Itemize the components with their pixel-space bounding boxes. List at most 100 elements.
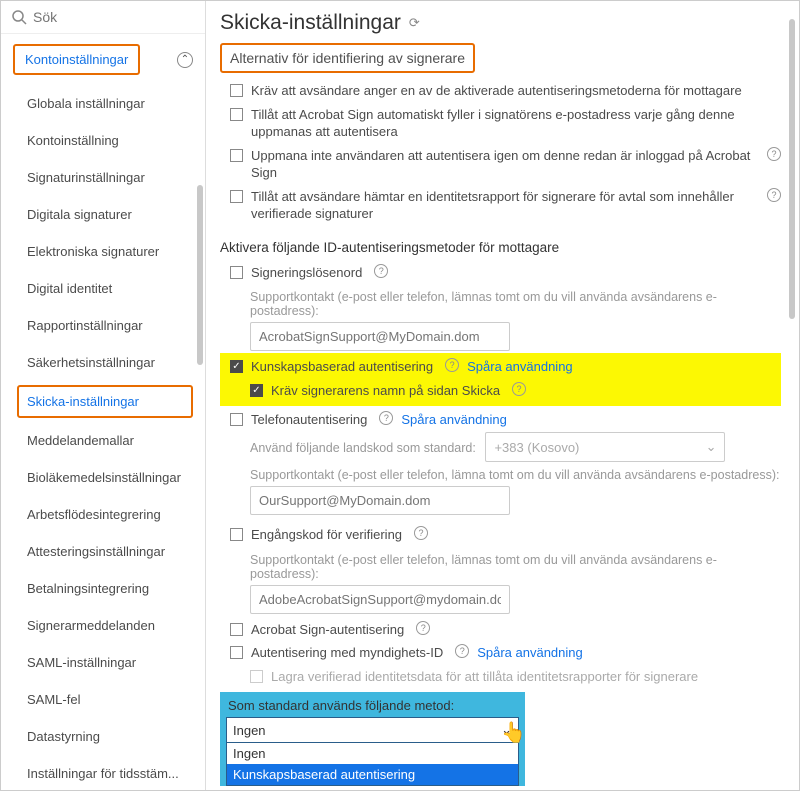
sidebar-item[interactable]: Elektroniska signaturer [1,233,201,270]
method-label: Signeringslösenord [251,264,362,282]
sidebar-item[interactable]: Betalningsintegrering [1,570,201,607]
country-code-select[interactable]: +383 (Kosovo) ⌄ [485,432,725,462]
sidebar-item[interactable]: Signaturinställningar [1,159,201,196]
option-label: Kräv signerarens namn på sidan Skicka [271,382,500,400]
sidebar-item[interactable]: Datastyrning [1,718,201,755]
checkbox[interactable] [230,190,243,203]
info-icon[interactable]: ? [767,188,781,202]
page-title: Skicka-inställningar ⟳ [220,11,781,35]
checkbox[interactable] [230,149,243,162]
option-label: Uppmana inte användaren att autentisera … [251,147,755,182]
method-signing-password: Signeringslösenord ? [220,261,781,285]
checkbox[interactable]: ✓ [250,384,263,397]
support-contact-label: Supportkontakt (e-post eller telefon, lä… [220,547,781,585]
method-phone: Telefonautentisering ? Spåra användning [220,408,781,432]
info-icon[interactable]: ? [445,358,459,372]
info-icon[interactable]: ? [374,264,388,278]
chevron-down-icon: ⌄ [706,439,717,455]
default-method-select[interactable]: Ingen ⌄ 👆 [226,717,519,743]
scrollbar[interactable] [789,19,795,319]
main-content: Skicka-inställningar ⟳ Alternativ för id… [206,1,799,790]
select-value: Ingen [233,723,266,738]
option-row: Kräv att avsändare anger en av de aktive… [220,79,781,103]
default-method-block: Som standard används följande metod: Ing… [220,692,525,786]
country-code-label: Använd följande landskod som standard: [220,435,476,459]
method-label: Acrobat Sign-autentisering [251,621,404,639]
option-row: Uppmana inte användaren att autentisera … [220,144,781,185]
default-method-label: Som standard används följande metod: [220,698,525,717]
method-government-id: Autentisering med myndighets-ID ? Spåra … [220,641,781,665]
refresh-icon[interactable]: ⟳ [409,15,420,31]
sidebar-item[interactable]: Signerarmeddelanden [1,607,201,644]
method-otp: Engångskod för verifiering ? [220,523,781,547]
option-row: Tillåt att Acrobat Sign automatiskt fyll… [220,103,781,144]
method-label: Engångskod för verifiering [251,526,402,544]
checkbox[interactable] [230,84,243,97]
track-usage-link[interactable]: Spåra användning [477,644,583,662]
sidebar-item[interactable]: Digital identitet [1,270,201,307]
support-contact-input[interactable] [250,486,510,515]
option-label: Tillåt att Acrobat Sign automatiskt fyll… [251,106,781,141]
sidebar-item[interactable]: Inställningar för tidsstäm... [1,755,201,790]
sidebar-item[interactable]: Arbetsflödesintegrering [1,496,201,533]
checkbox[interactable] [230,266,243,279]
sidebar-header-label: Kontoinställningar [25,52,128,67]
track-usage-link[interactable]: Spåra användning [401,411,507,429]
chevron-down-icon: ⌄ [501,722,512,738]
sidebar-item-send-settings[interactable]: Skicka-inställningar [17,385,193,418]
nav-list: Globala inställningar Kontoinställning S… [1,85,205,790]
highlighted-kba-block: ✓ Kunskapsbaserad autentisering ? Spåra … [220,353,781,406]
scrollbar[interactable] [197,185,203,365]
method-acrobat-sign: Acrobat Sign-autentisering ? [220,618,781,642]
option-label: Tillåt att avsändare hämtar en identitet… [251,188,755,223]
checkbox[interactable] [230,413,243,426]
search-row [1,1,205,34]
option-label: Lagra verifierad identitetsdata för att … [271,668,698,686]
info-icon[interactable]: ? [414,526,428,540]
sidebar-item[interactable]: Rapportinställningar [1,307,201,344]
kba-require-name: ✓ Kräv signerarens namn på sidan Skicka … [220,379,781,403]
checkbox[interactable]: ✓ [230,360,243,373]
info-icon[interactable]: ? [512,382,526,396]
info-icon[interactable]: ? [379,411,393,425]
method-label: Telefonautentisering [251,411,367,429]
select-option[interactable]: Kunskapsbaserad autentisering [226,764,519,786]
checkbox[interactable] [250,670,263,683]
sidebar-item[interactable]: Globala inställningar [1,85,201,122]
support-contact-label: Supportkontakt (e-post eller telefon, lä… [220,284,781,322]
track-usage-link[interactable]: Spåra användning [467,358,573,376]
checkbox[interactable] [230,528,243,541]
sidebar-item[interactable]: Säkerhetsinställningar [1,344,201,381]
search-input[interactable] [33,9,195,25]
support-contact-input[interactable] [250,322,510,351]
sidebar: Kontoinställningar ⌃ Globala inställning… [1,1,206,790]
sidebar-item[interactable]: Bioläkemedelsinställningar [1,459,201,496]
support-contact-input[interactable] [250,585,510,614]
section-signer-id-options: Alternativ för identifiering av signerar… [220,43,475,73]
checkbox[interactable] [230,623,243,636]
method-label: Kunskapsbaserad autentisering [251,358,433,376]
sidebar-item[interactable]: Kontoinställning [1,122,201,159]
checkbox[interactable] [230,108,243,121]
select-value: +383 (Kosovo) [494,440,579,455]
sidebar-item[interactable]: Digitala signaturer [1,196,201,233]
sidebar-item[interactable]: SAML-inställningar [1,644,201,681]
method-kba: ✓ Kunskapsbaserad autentisering ? Spåra … [220,355,781,379]
option-label: Kräv att avsändare anger en av de aktive… [251,82,742,100]
sidebar-item[interactable]: SAML-fel [1,681,201,718]
sidebar-item[interactable]: Attesteringsinställningar [1,533,201,570]
info-icon[interactable]: ? [455,644,469,658]
checkbox[interactable] [230,646,243,659]
sidebar-item[interactable]: Meddelandemallar [1,422,201,459]
support-contact-label: Supportkontakt (e-post eller telefon, lä… [220,462,781,486]
sidebar-accordion-account[interactable]: Kontoinställningar ⌃ [1,34,205,85]
info-icon[interactable]: ? [767,147,781,161]
method-label: Autentisering med myndighets-ID [251,644,443,662]
select-option[interactable]: Ingen [226,743,519,764]
id-methods-heading: Aktivera följande ID-autentiseringsmetod… [220,226,781,261]
search-icon [11,9,27,25]
chevron-up-icon: ⌃ [177,52,193,68]
option-row: Tillåt att avsändare hämtar en identitet… [220,185,781,226]
info-icon[interactable]: ? [416,621,430,635]
store-identity-data: Lagra verifierad identitetsdata för att … [220,665,781,689]
